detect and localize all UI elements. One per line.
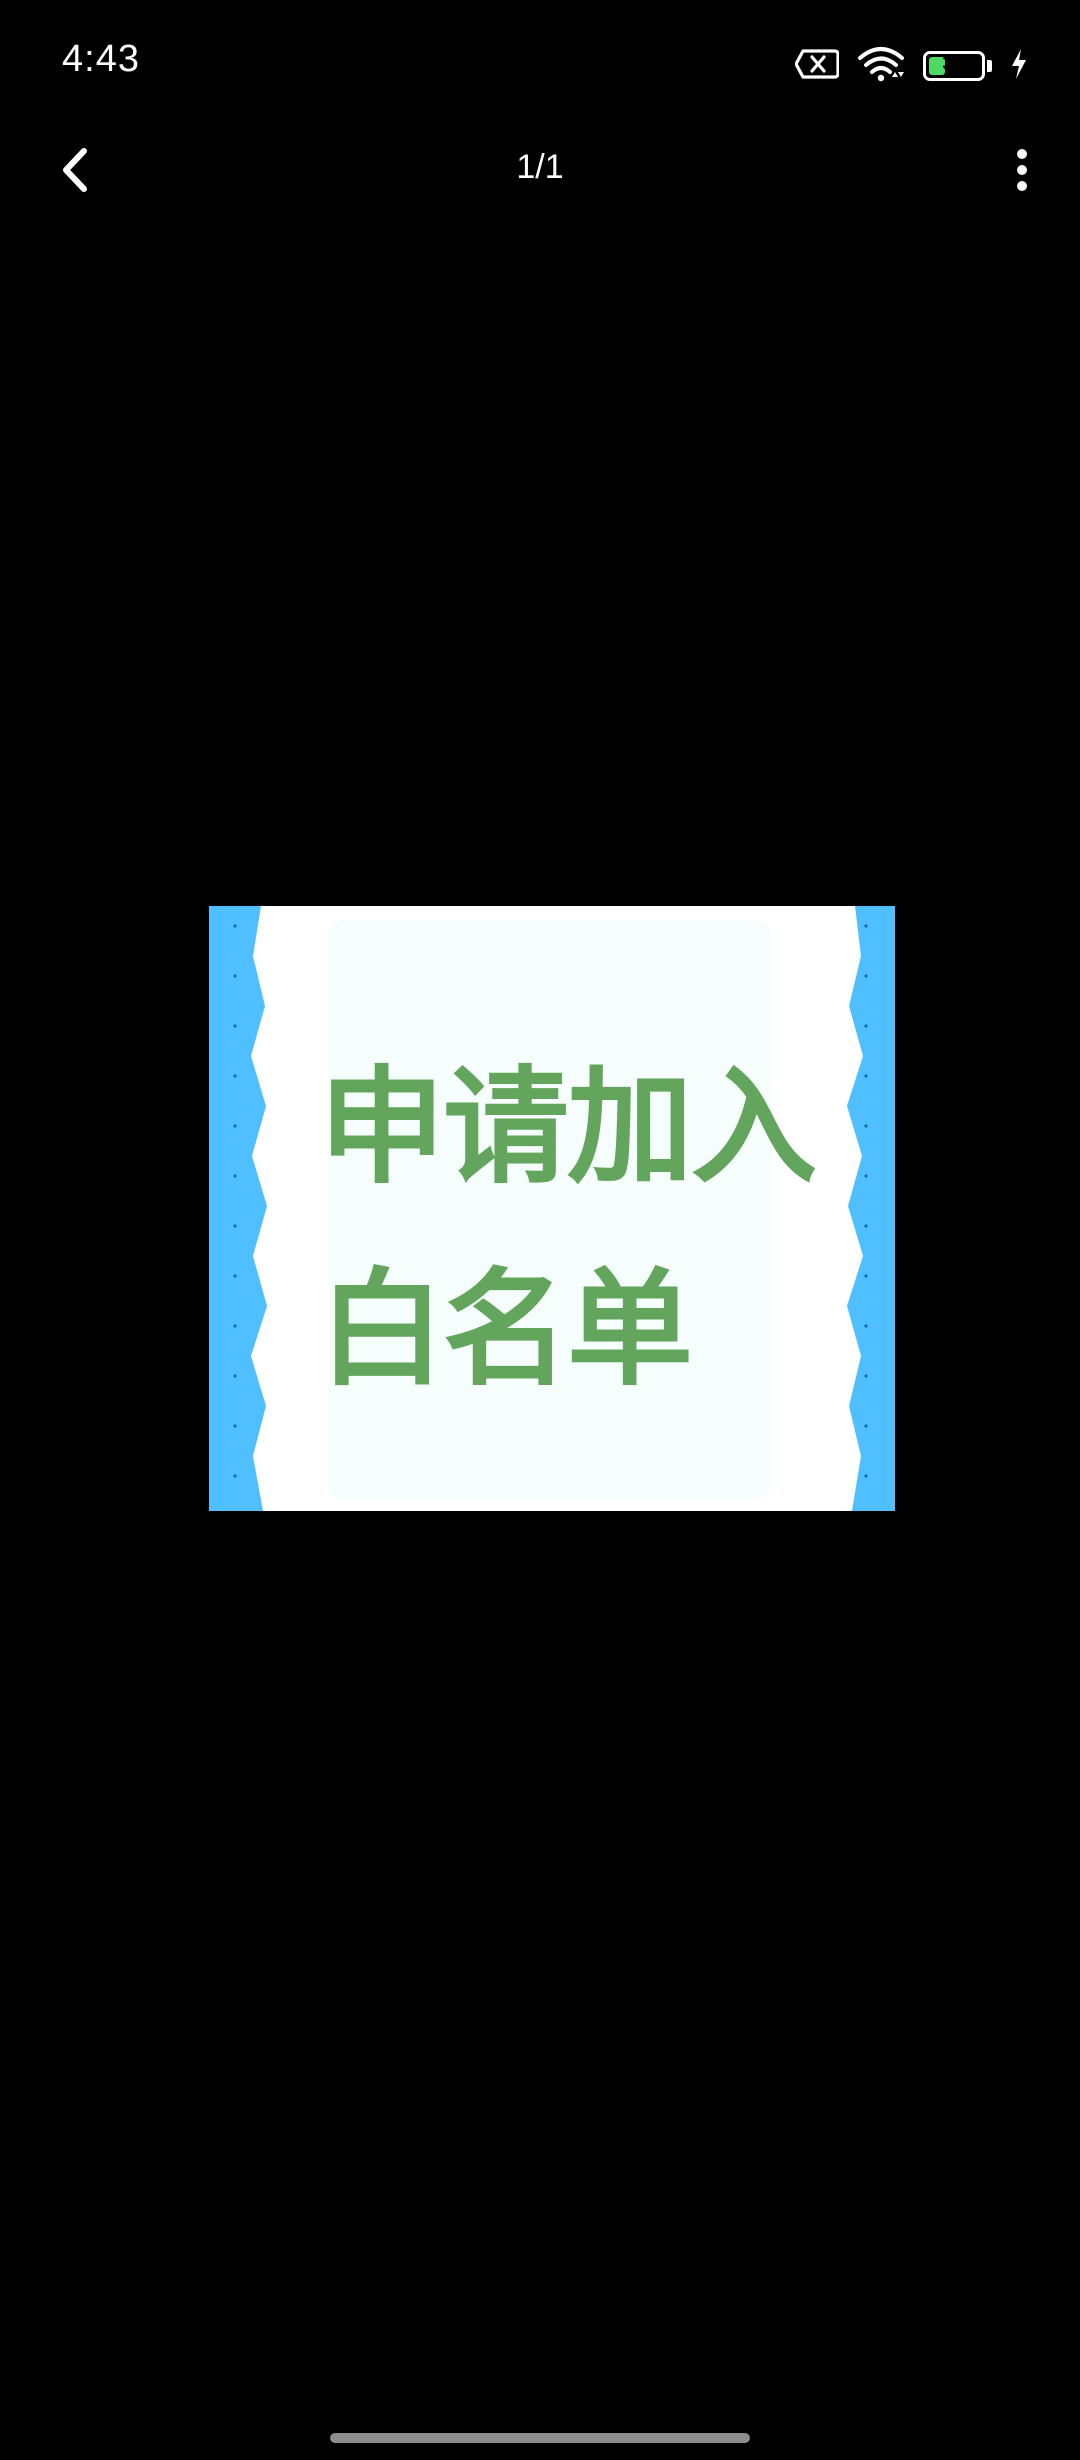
status-bar: 4:43 32	[0, 0, 1080, 130]
image-text-line-1: 申请加入	[319, 1054, 817, 1201]
image-text-line-2: 白名单	[319, 1256, 693, 1403]
battery-cap	[987, 60, 992, 72]
sim-error-icon	[794, 48, 840, 85]
battery-icon: 32	[923, 51, 985, 81]
viewed-image[interactable]: 申请加入 白名单	[209, 906, 895, 1511]
more-vertical-icon	[1017, 149, 1027, 191]
image-inner-panel	[329, 920, 771, 1500]
charging-bolt-icon	[1010, 48, 1028, 85]
home-indicator[interactable]	[330, 2433, 750, 2443]
status-icons: 32	[794, 44, 1028, 88]
status-time: 4:43	[62, 38, 140, 80]
wifi-icon	[857, 46, 905, 87]
top-bar: 1/1	[0, 130, 1080, 210]
battery-level: 32	[942, 52, 966, 75]
page-indicator: 1/1	[516, 148, 564, 186]
more-options-button[interactable]	[992, 130, 1052, 210]
